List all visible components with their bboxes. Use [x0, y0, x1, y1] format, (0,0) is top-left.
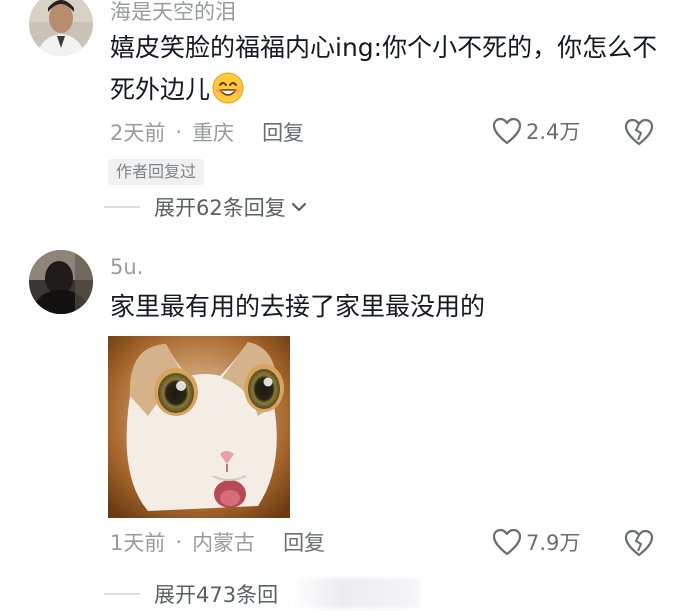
expand-replies-button[interactable]: 展开62条回复 [104, 192, 308, 222]
smiling-face-emoji-icon [212, 72, 244, 104]
author-replied-badge: 作者回复过 [108, 159, 205, 185]
watermark-overlay [290, 578, 420, 608]
comment-location: 内蒙古 [192, 531, 256, 555]
heart-icon [492, 528, 522, 556]
avatar-image [29, 0, 93, 56]
avatar[interactable] [29, 250, 93, 314]
comment-meta: 1天前 · 内蒙古 回复 [110, 527, 325, 557]
divider-line [104, 593, 140, 595]
cat-photo [108, 336, 290, 518]
comment-time: 2天前 [110, 121, 166, 145]
like-count: 2.4万 [526, 120, 581, 144]
avatar[interactable] [29, 0, 93, 56]
expand-replies-label: 展开62条回复 [154, 196, 286, 220]
username[interactable]: 海是天空的泪 [110, 0, 236, 26]
comment-text: 嬉皮笑脸的福福内心ing:你个小不死的，你怎么不死外边儿 [110, 27, 670, 111]
divider-line [104, 206, 140, 208]
comment-meta: 2天前 · 重庆 回复 [110, 117, 304, 147]
reply-button[interactable]: 回复 [262, 117, 304, 147]
meta-separator: · [175, 530, 183, 554]
like-button[interactable]: 2.4万 [492, 116, 580, 146]
expand-replies-label: 展开473条回 [154, 583, 279, 607]
dislike-button[interactable] [624, 118, 654, 150]
avatar-image [29, 250, 93, 314]
comment-text: 家里最有用的去接了家里最没用的 [110, 292, 486, 321]
heart-icon [492, 117, 522, 145]
like-count: 7.9万 [526, 531, 581, 555]
chevron-down-icon [291, 202, 306, 212]
like-button[interactable]: 7.9万 [492, 527, 580, 557]
expand-replies-button[interactable]: 展开473条回 [104, 579, 278, 609]
username[interactable]: 5u. [110, 255, 143, 279]
meta-separator: · [175, 120, 183, 144]
reply-button[interactable]: 回复 [283, 527, 325, 557]
broken-heart-icon [624, 529, 654, 557]
broken-heart-icon [624, 118, 654, 146]
comment-time: 1天前 [110, 531, 166, 555]
comment-location: 重庆 [192, 121, 235, 145]
dislike-button[interactable] [624, 529, 654, 561]
comment-text-content: 嬉皮笑脸的福福内心ing:你个小不死的，你怎么不死外边儿 [110, 33, 658, 104]
surprised-cat-image[interactable] [108, 336, 290, 518]
